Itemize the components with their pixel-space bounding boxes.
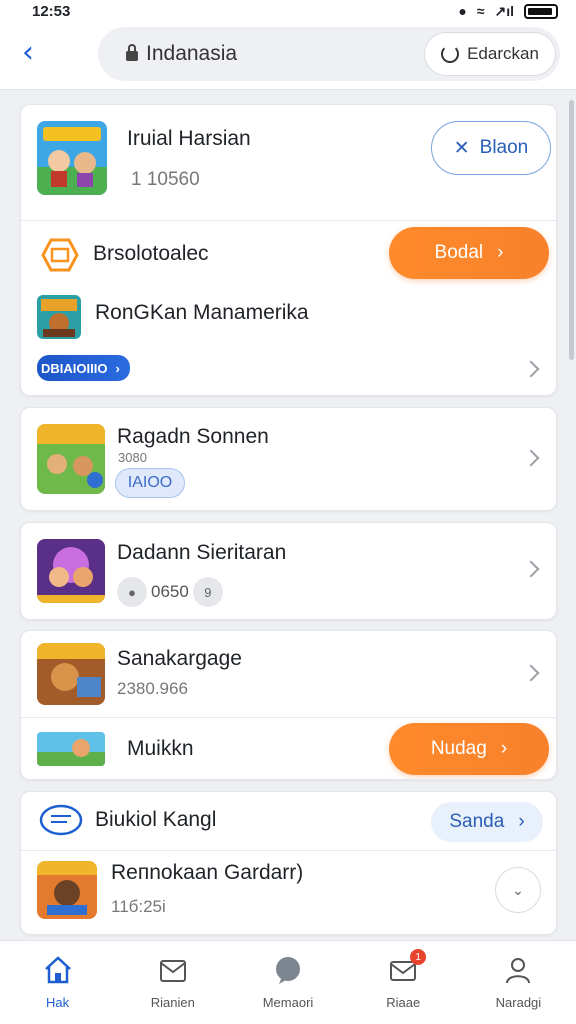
refresh-label: Edarckan xyxy=(467,44,539,63)
info-icon: ● xyxy=(117,577,147,607)
bodal-label: Bodal xyxy=(434,242,484,263)
signal-icon: ↗ıl xyxy=(494,2,514,19)
more-button[interactable]: ⌄ xyxy=(495,867,541,913)
mail-icon: 1 xyxy=(388,949,427,985)
sanda-label: Sanda xyxy=(449,811,505,832)
chevron-right-icon xyxy=(522,360,540,378)
game-thumbnail xyxy=(37,732,105,766)
bodal-button[interactable]: Bodal › xyxy=(389,227,549,279)
battery-icon xyxy=(524,3,558,19)
location-icon: ● xyxy=(458,3,467,19)
list-row[interactable]: Reпnokaan Gardarr) 11б:25і ⌄ xyxy=(21,851,556,934)
list-row[interactable]: Sanakargage 2380.966 xyxy=(21,631,556,717)
game-title: Muikkn xyxy=(127,737,194,760)
back-button[interactable]: ‹ xyxy=(22,38,52,68)
home-icon xyxy=(44,956,71,984)
game-title: Dadann Sieritaran xyxy=(117,541,287,564)
game-title[interactable]: Iruial Harsian xyxy=(127,127,251,151)
game-thumbnail[interactable] xyxy=(37,121,107,195)
blaon-button[interactable]: ✕ Blaon xyxy=(431,121,551,175)
nav-naradgi[interactable]: Naradgi xyxy=(461,941,576,1024)
game-meta: 11б:25і xyxy=(111,897,166,916)
refresh-icon xyxy=(441,45,460,63)
chevron-right-icon: › xyxy=(500,738,508,759)
game-meta: 2380.966 xyxy=(117,679,188,698)
game-title: Ragadn Sonnen xyxy=(117,425,269,448)
chevron-right-icon: › xyxy=(115,360,120,376)
chevron-right-icon: › xyxy=(497,242,504,263)
address-bar[interactable]: Indanasia Edarckan xyxy=(98,27,560,81)
nav-riaae[interactable]: 1 Riaae xyxy=(346,941,461,1024)
game-card-1: Iruial Harsian 1 10560 ✕ Blaon Brsolotoa… xyxy=(20,104,557,396)
chevron-down-icon: ⌄ xyxy=(512,881,524,898)
game-card-5: Biukiol Kangl Sanda › Reпnokaan Gardarr)… xyxy=(20,791,557,935)
game-thumbnail xyxy=(37,295,81,339)
row-label: Brsolotoalec xyxy=(93,242,209,265)
chevron-right-icon xyxy=(522,449,540,467)
game-thumbnail xyxy=(37,643,105,705)
nav-label: Hak xyxy=(46,995,70,1010)
game-meta: ● 0650 9 xyxy=(117,577,223,607)
nav-label: Memaori xyxy=(262,995,314,1010)
meta-badge: 9 xyxy=(192,577,223,607)
game-thumbnail xyxy=(37,861,97,919)
profile-icon xyxy=(506,958,531,984)
nav-label: Riaae xyxy=(386,995,421,1010)
lock-icon xyxy=(126,44,138,62)
game-card-2[interactable]: Ragadn Sonnen 3080 IAIOO xyxy=(20,407,557,511)
chat-bubble-icon xyxy=(276,957,300,984)
nav-rianien[interactable]: Rianien xyxy=(115,941,230,1024)
status-bar: 12:53 ● ≈ ↗ıl xyxy=(0,0,576,22)
nudag-label: Nudag xyxy=(430,738,487,759)
chevron-right-icon xyxy=(522,664,540,682)
game-title: Reпnokaan Gardarr) xyxy=(111,861,304,884)
nudag-button[interactable]: Nudag › xyxy=(389,723,549,775)
game-thumbnail xyxy=(37,539,105,603)
refresh-button[interactable]: Edarckan xyxy=(424,32,556,76)
row-title: RonGKan Manamerika xyxy=(95,301,309,324)
address-text: Indanasia xyxy=(146,42,238,65)
chevron-right-icon: › xyxy=(518,811,525,832)
wifi-icon: ≈ xyxy=(476,3,485,19)
list-row[interactable]: RonGKan Manamerika DBIAIOIIIO › xyxy=(21,285,556,395)
section-title: Biukiol Kangl xyxy=(95,808,217,831)
game-meta: 3080 xyxy=(118,450,147,465)
game-title: Sanakargage xyxy=(117,647,242,670)
tag-label: DBIAIOIIIO xyxy=(41,360,108,376)
status-tag[interactable]: DBIAIOIIIO › xyxy=(37,355,130,381)
game-thumbnail xyxy=(37,424,105,494)
nav-label: Rianien xyxy=(150,995,195,1010)
game-meta: 1 10560 xyxy=(131,169,200,190)
game-card-4: Sanakargage 2380.966 Muikkn Nudag › xyxy=(20,630,557,780)
notification-badge: 1 xyxy=(410,949,427,965)
list-row[interactable]: Biukiol Kangl Sanda › xyxy=(21,792,556,850)
nav-memaori[interactable]: Memaori xyxy=(230,941,345,1024)
header: ‹ Indanasia Edarckan xyxy=(0,22,576,90)
meta-value: 0650 xyxy=(151,582,189,601)
nav-label: Naradgi xyxy=(495,995,542,1010)
hexagon-icon xyxy=(41,238,79,272)
status-time: 12:53 xyxy=(32,2,71,20)
sanda-button[interactable]: Sanda › xyxy=(431,802,543,842)
list-row[interactable]: Muikkn Nudag › xyxy=(21,718,556,779)
nav-home[interactable]: Hak xyxy=(0,941,115,1024)
bottom-nav: Hak Rianien Memaori 1 Riaae Naradgi xyxy=(0,940,576,1024)
chat-icon xyxy=(39,804,83,836)
status-tag[interactable]: IAIOO xyxy=(115,468,185,498)
status-icons: ● ≈ ↗ıl xyxy=(458,3,558,20)
list-row[interactable]: Brsolotoalec Bodal › xyxy=(21,221,556,285)
scrollbar[interactable] xyxy=(569,100,574,360)
inbox-icon xyxy=(159,960,186,982)
close-icon: ✕ xyxy=(453,137,470,159)
chevron-right-icon xyxy=(522,560,540,578)
game-card-3[interactable]: Dadann Sieritaran ● 0650 9 xyxy=(20,522,557,620)
blaon-label: Blaon xyxy=(479,137,529,158)
